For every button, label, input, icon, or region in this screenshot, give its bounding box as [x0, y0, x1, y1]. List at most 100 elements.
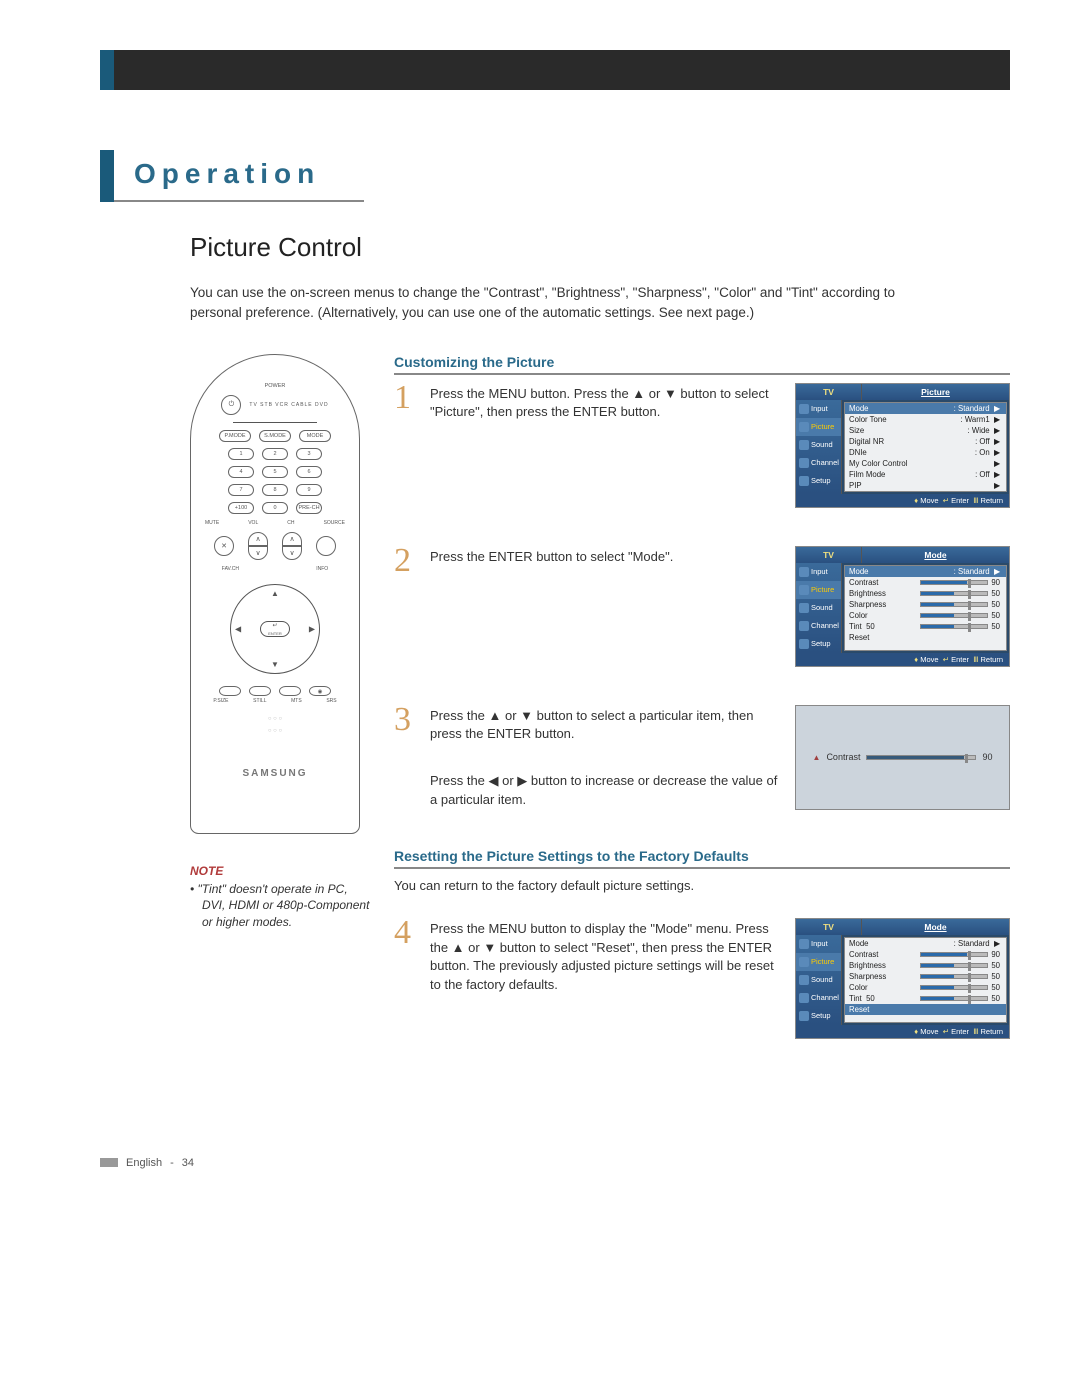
psize-label: P.SIZE [213, 698, 228, 704]
arrow-up-icon: ▲ [813, 753, 821, 762]
psize-button [219, 686, 241, 696]
osd-main-list: Mode: Standard ▶ Color Tone: Warm1 ▶ Siz… [844, 402, 1007, 492]
intro-text: You can use the on-screen menus to chang… [190, 283, 930, 324]
osd-tab-setup: Setup [796, 472, 841, 490]
btn-plus100: +100 [228, 502, 254, 514]
mute-icon: ✕ [214, 536, 234, 556]
step-number: 2 [394, 546, 420, 577]
step-text: Press the MENU button to display the "Mo… [430, 918, 781, 995]
osd-tab-input: Input [796, 400, 841, 418]
mode-button: MODE [299, 430, 331, 442]
osd-contrast-adjust: ▲ Contrast 90 [795, 705, 1010, 810]
corner-tab [100, 150, 114, 202]
osd-hints: ♦ Move ↵ Enter Ⅲ Return [796, 1025, 1009, 1038]
page-footer: English - 34 [100, 1157, 1080, 1169]
step-number: 1 [394, 383, 420, 414]
arrow-up-icon: ▲ [271, 589, 279, 598]
input-icon [799, 404, 809, 414]
step-row-3: 3 Press the ▲ or ▼ button to select a pa… [394, 705, 1010, 810]
footer-page: 34 [182, 1157, 194, 1169]
num-4: 4 [228, 466, 254, 478]
num-9: 9 [296, 484, 322, 496]
osd-menu-title: Mode [862, 547, 1009, 563]
osd-tab-picture: Picture [796, 418, 841, 436]
srs-label: SRS [326, 698, 336, 704]
dots-icon: ○ ○ ○ [268, 716, 282, 722]
vol-down-icon: ∨ [248, 546, 268, 560]
power-label: POWER [265, 383, 286, 389]
adjust-label: Contrast [826, 752, 860, 762]
vol-up-icon: ∧ [248, 532, 268, 546]
nav-wheel: ▲ ▼ ◀ ▶ ↵ENTER [230, 584, 320, 674]
favch-label: FAV.CH [222, 566, 239, 572]
num-0: 0 [262, 502, 288, 514]
osd-tab-sound: Sound [796, 599, 841, 617]
footer-bar-icon [100, 1158, 118, 1167]
num-8: 8 [262, 484, 288, 496]
still-button [249, 686, 271, 696]
top-dark-bar [100, 50, 1010, 90]
num-5: 5 [262, 466, 288, 478]
osd-sidebar: Input Picture Sound Channel Setup [796, 935, 842, 1025]
mts-button [279, 686, 301, 696]
smode-button: S.MODE [259, 430, 291, 442]
num-7: 7 [228, 484, 254, 496]
mts-label: MTS [291, 698, 302, 704]
customize-heading: Customizing the Picture [394, 354, 1010, 375]
page: Operation Picture Control You can use th… [0, 50, 1080, 1169]
osd-menu-title: Mode [862, 919, 1009, 935]
num-2: 2 [262, 448, 288, 460]
reset-intro: You can return to the factory default pi… [394, 877, 1010, 896]
osd-tab-picture: Picture [796, 953, 841, 971]
osd-tab-setup: Setup [796, 1007, 841, 1025]
source-button [316, 536, 336, 556]
osd-tab-setup: Setup [796, 635, 841, 653]
left-column: POWER ⏻ TV STB VCR CABLE DVD P.MODE S.MO… [190, 354, 370, 1077]
ch-up-icon: ∧ [282, 532, 302, 546]
arrow-right-icon: ▶ [309, 624, 315, 633]
channel-icon [799, 458, 809, 468]
step-text: Press the ▲ or ▼ button to select a part… [430, 705, 781, 745]
ch-label: CH [287, 520, 294, 526]
ch-down-icon: ∨ [282, 546, 302, 560]
osd-tv-label: TV [796, 919, 862, 935]
enter-button: ↵ENTER [260, 621, 290, 637]
step-number: 4 [394, 918, 420, 949]
osd-tab-sound: Sound [796, 436, 841, 454]
picture-icon [799, 422, 809, 432]
num-6: 6 [296, 466, 322, 478]
adjust-slider [866, 755, 976, 760]
osd-tab-channel: Channel [796, 454, 841, 472]
vol-label: VOL [248, 520, 258, 526]
step-text: Press the ENTER button to select "Mode". [430, 546, 673, 567]
pmode-button: P.MODE [219, 430, 251, 442]
device-labels: TV STB VCR CABLE DVD [249, 402, 328, 408]
btn-prech: PRE-CH [296, 502, 322, 514]
osd-sidebar: Input Picture Sound Channel Setup [796, 563, 842, 653]
note-title: NOTE [190, 864, 370, 878]
reset-heading: Resetting the Picture Settings to the Fa… [394, 848, 1010, 869]
num-1: 1 [228, 448, 254, 460]
osd-hints: ♦ Move ↵ Enter Ⅲ Return [796, 494, 1009, 507]
osd-tv-label: TV [796, 547, 862, 563]
right-column: Customizing the Picture 1 Press the MENU… [394, 354, 1010, 1077]
osd-tab-channel: Channel [796, 617, 841, 635]
osd-sidebar: Input Picture Sound Channel Setup [796, 400, 842, 494]
osd-menu-title: Picture [862, 384, 1009, 400]
srs-button: ◉ [309, 686, 331, 696]
osd-mode-reset-menu: TVMode Input Picture Sound Channel Setup… [795, 918, 1010, 1039]
info-label: INFO [316, 566, 328, 572]
step-number: 3 [394, 705, 420, 745]
step-row-1: 1 Press the MENU button. Press the ▲ or … [394, 383, 1010, 508]
brand-logo: SAMSUNG [242, 768, 307, 779]
osd-main-list: Mode: Standard ▶ Contrast90 Brightness50… [844, 937, 1007, 1023]
remote-illustration: POWER ⏻ TV STB VCR CABLE DVD P.MODE S.MO… [190, 354, 360, 834]
osd-main-list: Mode: Standard ▶ Contrast90 Brightness50… [844, 565, 1007, 651]
footer-lang: English [126, 1157, 162, 1169]
osd-picture-menu: TVPicture Input Picture Sound Channel Se… [795, 383, 1010, 508]
sound-icon [799, 440, 809, 450]
osd-tab-sound: Sound [796, 971, 841, 989]
source-label: SOURCE [324, 520, 345, 526]
step-row-2: 2 Press the ENTER button to select "Mode… [394, 546, 1010, 667]
content-area: Operation Picture Control You can use th… [100, 150, 1010, 1077]
